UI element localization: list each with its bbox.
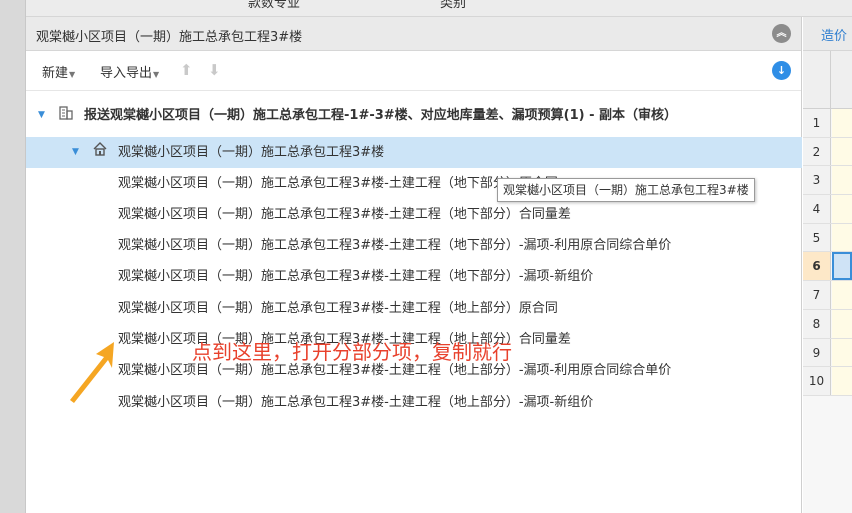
tree-root-node[interactable]: ▼ 报送观棠樾小区项目（一期）施工总承包工程-1#-3#楼、对应地库量差、漏项预… [26,100,802,131]
tab-category[interactable]: 类别 [440,0,466,11]
tree-leaf-label: 观棠樾小区项目（一期）施工总承包工程3#楼-土建工程（地上部分）-漏项-新组价 [118,395,594,410]
grid-cell[interactable] [832,195,852,223]
building-group-icon [58,100,74,131]
tree-leaf-label: 观棠樾小区项目（一期）施工总承包工程3#楼-土建工程（地下部分）原合同 [118,176,558,191]
collapse-icon[interactable]: ︽ [772,24,791,43]
tab-cost[interactable]: 造价 [803,17,852,51]
project-tree-panel: 观棠樾小区项目（一期）施工总承包工程3#楼 ︽ 新建▼ 导入导出▼ ⬆ ⬇ ↓ … [26,17,802,513]
grid-row[interactable]: 1 [803,109,852,138]
grid-row-active[interactable]: 6 [803,252,852,282]
grid-row[interactable]: 3 [803,166,852,196]
expand-triangle-icon[interactable]: ▼ [38,100,45,131]
tab-major[interactable]: 款数专业 [248,0,300,11]
tab-cost-label: 造价 [821,29,848,44]
grid-row[interactable]: 7 [803,281,852,310]
grid-row[interactable]: 2 [803,137,852,167]
row-number: 10 [803,367,831,395]
grid-cell[interactable] [832,137,852,166]
download-icon[interactable]: ↓ [772,61,791,80]
new-button[interactable]: 新建▼ [42,62,75,81]
grid-cell[interactable] [832,223,852,252]
tree-leaf-item[interactable]: 观棠樾小区项目（一期）施工总承包工程3#楼-土建工程（地上部分）-漏项-新组价 [26,387,802,418]
left-dock-strip [0,0,26,513]
new-label: 新建 [42,66,69,81]
grid-cell[interactable] [832,309,852,338]
tree-building-node[interactable]: ▼ 观棠樾小区项目（一期）施工总承包工程3#楼 [26,137,802,168]
row-number: 6 [803,252,831,281]
grid-cell[interactable] [832,367,852,395]
grid-header [803,51,852,109]
chevron-down-icon: ▼ [153,70,160,79]
grid-cell[interactable] [832,281,852,309]
row-number: 8 [803,309,831,338]
top-tab-strip: 款数专业 类别 [26,0,852,17]
tree-leaf-label: 观棠樾小区项目（一期）施工总承包工程3#楼-土建工程（地下部分）-漏项-利用原合… [118,238,672,253]
move-up-icon[interactable]: ⬆ [180,61,193,79]
grid-row[interactable]: 5 [803,223,852,253]
panel-title-bar: 观棠樾小区项目（一期）施工总承包工程3#楼 ︽ [26,17,801,51]
grid-row[interactable]: 9 [803,338,852,368]
move-down-icon[interactable]: ⬇ [208,61,221,79]
tree-leaf-item[interactable]: 观棠樾小区项目（一期）施工总承包工程3#楼-土建工程（地下部分）-漏项-新组价 [26,261,802,292]
tree-root-label: 报送观棠樾小区项目（一期）施工总承包工程-1#-3#楼、对应地库量差、漏项预算(… [84,108,678,123]
tree-leaf-label: 观棠樾小区项目（一期）施工总承包工程3#楼-土建工程（地上部分）原合同 [118,301,558,316]
row-number: 4 [803,195,831,223]
import-export-button[interactable]: 导入导出▼ [100,62,159,81]
row-number: 2 [803,137,831,166]
annotation-arrow-icon [70,342,114,403]
chevron-down-icon: ▼ [69,70,76,79]
row-number: 7 [803,281,831,309]
tree-toolbar: 新建▼ 导入导出▼ ⬆ ⬇ ↓ [26,51,801,91]
annotation-text: 点到这里，打开分部分项，复制就行 [192,340,512,364]
tree-leaf-item[interactable]: 观棠樾小区项目（一期）施工总承包工程3#楼-土建工程（地下部分）-漏项-利用原合… [26,230,802,261]
grid-row[interactable]: 10 [803,367,852,396]
row-number: 1 [803,109,831,137]
row-number: 5 [803,223,831,252]
grid-row[interactable]: 8 [803,309,852,339]
panel-title: 观棠樾小区项目（一期）施工总承包工程3#楼 [36,30,303,45]
grid-cell[interactable] [832,338,852,367]
tree-leaf-item[interactable]: 观棠樾小区项目（一期）施工总承包工程3#楼-土建工程（地下部分）合同量差 [26,199,802,230]
tree-leaf-label: 观棠樾小区项目（一期）施工总承包工程3#楼-土建工程（地下部分）合同量差 [118,207,571,222]
tree-leaf-label: 观棠樾小区项目（一期）施工总承包工程3#楼-土建工程（地下部分）-漏项-新组价 [118,269,594,284]
home-icon [92,137,108,168]
grid-cell-active[interactable] [832,252,852,281]
row-number: 9 [803,338,831,367]
import-export-label: 导入导出 [100,66,153,81]
tree-leaf-item[interactable]: 观棠樾小区项目（一期）施工总承包工程3#楼-土建工程（地上部分）原合同 [26,293,802,324]
grid-row[interactable]: 4 [803,195,852,224]
right-grid-panel: 造价 1 2 3 4 5 6 7 8 9 10 [803,17,852,513]
tree-building-label: 观棠樾小区项目（一期）施工总承包工程3#楼 [118,145,385,160]
row-number: 3 [803,166,831,195]
grid-corner[interactable] [803,51,831,109]
expand-triangle-icon[interactable]: ▼ [72,137,79,168]
grid-cell[interactable] [832,166,852,195]
grid-cell[interactable] [832,109,852,137]
tooltip: 观棠樾小区项目（一期）施工总承包工程3#楼 [497,178,755,202]
